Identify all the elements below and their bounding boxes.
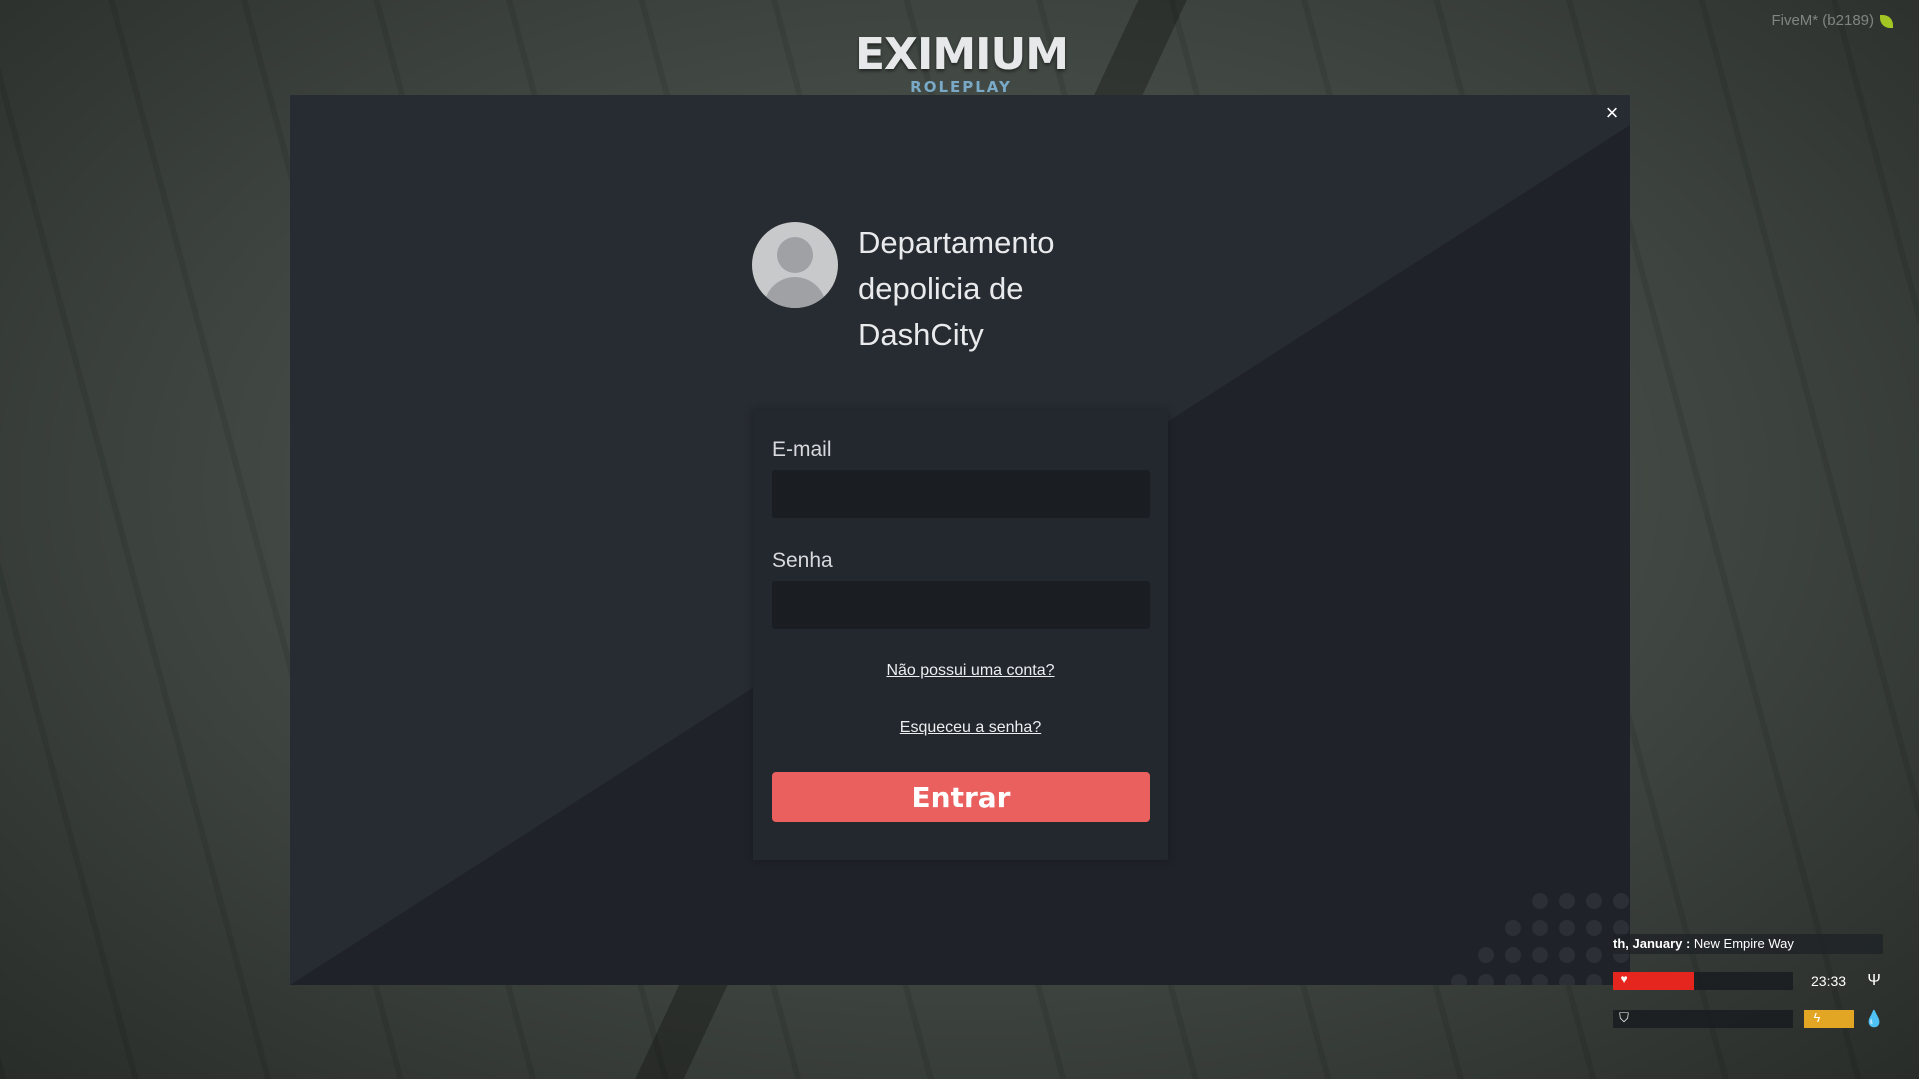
game-hud: th, January : New Empire Way ♥ 23:33 Ψ ⛉… xyxy=(1601,932,1901,1042)
login-form: E-mail Senha Não possui uma conta? Esque… xyxy=(753,410,1168,860)
food-icon: Ψ xyxy=(1867,972,1881,989)
login-modal: × Departamento depolicia de DashCity E-m… xyxy=(290,95,1630,985)
avatar xyxy=(752,222,838,308)
fivem-leaf-icon xyxy=(1880,14,1893,28)
avatar-shoulders xyxy=(764,277,826,308)
location-bar: th, January : New Empire Way xyxy=(1613,934,1883,954)
client-version-label: FiveM* (b2189) xyxy=(1771,12,1893,29)
shield-icon: ⛉ xyxy=(1619,1010,1629,1025)
hud-clock: 23:33 xyxy=(1811,973,1847,989)
hud-street: New Empire Way xyxy=(1693,936,1794,951)
water-icon: 💧 xyxy=(1864,1011,1884,1028)
energy-icon: ϟ xyxy=(1813,1010,1821,1025)
avatar-head xyxy=(777,237,813,273)
client-version-text: FiveM* (b2189) xyxy=(1771,12,1874,29)
email-label: E-mail xyxy=(772,438,832,461)
organization-name: Departamento depolicia de DashCity xyxy=(858,225,1055,352)
logo-subtitle: ROLEPLAY xyxy=(910,78,1012,96)
health-bar xyxy=(1613,972,1793,990)
decorative-dots xyxy=(1451,893,1629,985)
forgot-password-link[interactable]: Esqueceu a senha? xyxy=(753,719,1188,737)
armor-bar xyxy=(1613,1010,1793,1028)
login-button[interactable]: Entrar xyxy=(772,772,1150,822)
hud-date: th, January : xyxy=(1613,936,1691,951)
register-link[interactable]: Não possui uma conta? xyxy=(753,662,1188,680)
close-icon[interactable]: × xyxy=(1600,101,1624,125)
logo-title: EXIMIUM xyxy=(855,29,1069,80)
server-logo: EXIMIUM ROLEPLAY xyxy=(855,29,1069,96)
heart-icon: ♥ xyxy=(1620,972,1628,986)
email-field[interactable] xyxy=(772,470,1150,518)
password-field[interactable] xyxy=(772,581,1150,629)
password-label: Senha xyxy=(772,549,833,572)
